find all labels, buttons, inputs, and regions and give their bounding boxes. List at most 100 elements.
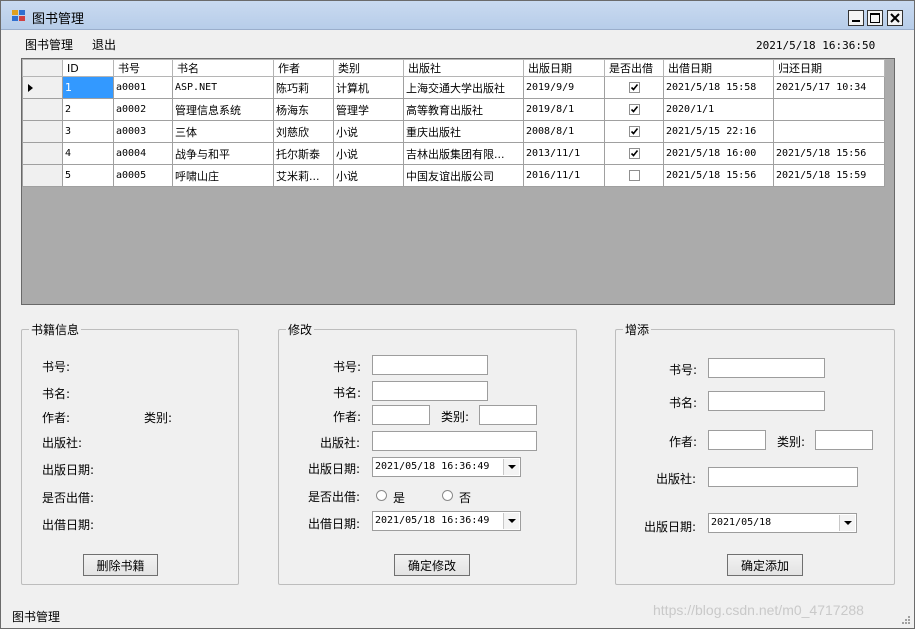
cell-id[interactable]: 5 xyxy=(62,164,114,187)
column-header-id[interactable]: ID xyxy=(62,59,114,77)
cell-author[interactable]: 杨海东 xyxy=(273,98,334,121)
cell-publisher[interactable]: 中国友谊出版公司 xyxy=(403,164,524,187)
column-header-book-no[interactable]: 书号 xyxy=(113,59,173,77)
cell-lend-date[interactable]: 2021/5/18 15:58 xyxy=(663,76,774,99)
lent-no-radio[interactable] xyxy=(442,490,453,501)
row-header[interactable] xyxy=(22,98,63,121)
cell-name[interactable]: 管理信息系统 xyxy=(172,98,274,121)
cell-pub-date[interactable]: 2019/9/9 xyxy=(523,76,605,99)
cell-lend-date[interactable]: 2021/5/15 22:16 xyxy=(663,120,774,143)
cell-id[interactable]: 3 xyxy=(62,120,114,143)
edit-pub-date-picker[interactable]: 2021/05/18 16:36:49 xyxy=(372,457,521,477)
cell-lend-date[interactable]: 2021/5/18 16:00 xyxy=(663,142,774,165)
cell-return-date[interactable] xyxy=(773,98,885,121)
cell-author[interactable]: 艾米莉... xyxy=(273,164,334,187)
cell-pub-date[interactable]: 2016/11/1 xyxy=(523,164,605,187)
lent-checkbox[interactable] xyxy=(628,148,640,159)
cell-lent[interactable] xyxy=(604,98,664,121)
cell-name[interactable]: 三体 xyxy=(172,120,274,143)
cell-return-date[interactable] xyxy=(773,120,885,143)
column-header-category[interactable]: 类别 xyxy=(333,59,404,77)
cell-author[interactable]: 托尔斯泰 xyxy=(273,142,334,165)
column-header-lent[interactable]: 是否出借 xyxy=(604,59,664,77)
row-header[interactable] xyxy=(22,164,63,187)
cell-return-date[interactable]: 2021/5/18 15:56 xyxy=(773,142,885,165)
menu-item-book-management[interactable]: 图书管理 xyxy=(25,36,73,53)
cell-pub-date[interactable]: 2019/8/1 xyxy=(523,98,605,121)
table-row[interactable]: 3 a0003 三体 刘慈欣 小说 重庆出版社 2008/8/1 2021/5/… xyxy=(22,120,885,143)
cell-author[interactable]: 刘慈欣 xyxy=(273,120,334,143)
cell-return-date[interactable]: 2021/5/17 10:34 xyxy=(773,76,885,99)
title-bar[interactable]: 图书管理 xyxy=(1,1,914,30)
cell-publisher[interactable]: 吉林出版集团有限... xyxy=(403,142,524,165)
edit-publisher-input[interactable] xyxy=(372,431,537,451)
cell-book-no[interactable]: a0002 xyxy=(113,98,173,121)
table-row[interactable]: 5 a0005 呼啸山庄 艾米莉... 小说 中国友谊出版公司 2016/11/… xyxy=(22,164,885,187)
table-row[interactable]: 4 a0004 战争与和平 托尔斯泰 小说 吉林出版集团有限... 2013/1… xyxy=(22,142,885,165)
lent-no-label[interactable]: 否 xyxy=(459,489,471,506)
menu-item-exit[interactable]: 退出 xyxy=(92,36,116,53)
column-header-lend-date[interactable]: 出借日期 xyxy=(663,59,774,77)
cell-publisher[interactable]: 上海交通大学出版社 xyxy=(403,76,524,99)
cell-lend-date[interactable]: 2021/5/18 15:56 xyxy=(663,164,774,187)
add-publisher-input[interactable] xyxy=(708,467,858,487)
edit-name-input[interactable] xyxy=(372,381,488,401)
delete-book-button[interactable]: 删除书籍 xyxy=(83,554,158,576)
cell-lent[interactable] xyxy=(604,76,664,99)
lent-checkbox[interactable] xyxy=(628,82,640,93)
cell-lend-date[interactable]: 2020/1/1 xyxy=(663,98,774,121)
add-book-no-input[interactable] xyxy=(708,358,825,378)
add-name-input[interactable] xyxy=(708,391,825,411)
cell-author[interactable]: 陈巧莉 xyxy=(273,76,334,99)
chevron-down-icon[interactable] xyxy=(503,513,519,529)
books-datagrid[interactable]: ID 书号 书名 作者 类别 出版社 出版日期 是否出借 出借日期 归还日期 1… xyxy=(21,58,895,305)
confirm-edit-button[interactable]: 确定修改 xyxy=(394,554,470,576)
add-category-input[interactable] xyxy=(815,430,873,450)
cell-publisher[interactable]: 高等教育出版社 xyxy=(403,98,524,121)
cell-name[interactable]: 战争与和平 xyxy=(172,142,274,165)
edit-book-no-input[interactable] xyxy=(372,355,488,375)
column-header-return-date[interactable]: 归还日期 xyxy=(773,59,885,77)
cell-name[interactable]: ASP.NET xyxy=(172,76,274,99)
cell-book-no[interactable]: a0005 xyxy=(113,164,173,187)
chevron-down-icon[interactable] xyxy=(839,515,855,531)
column-header-author[interactable]: 作者 xyxy=(273,59,334,77)
cell-pub-date[interactable]: 2013/11/1 xyxy=(523,142,605,165)
edit-lend-date-picker[interactable]: 2021/05/18 16:36:49 xyxy=(372,511,521,531)
minimize-button[interactable] xyxy=(848,10,864,26)
cell-name[interactable]: 呼啸山庄 xyxy=(172,164,274,187)
lent-checkbox[interactable] xyxy=(628,104,640,115)
cell-lent[interactable] xyxy=(604,120,664,143)
close-button[interactable] xyxy=(887,10,903,26)
cell-book-no[interactable]: a0004 xyxy=(113,142,173,165)
add-pub-date-picker[interactable]: 2021/05/18 xyxy=(708,513,857,533)
column-header-pub-date[interactable]: 出版日期 xyxy=(523,59,605,77)
cell-category[interactable]: 管理学 xyxy=(333,98,404,121)
confirm-add-button[interactable]: 确定添加 xyxy=(727,554,803,576)
row-header[interactable] xyxy=(22,120,63,143)
cell-lent[interactable] xyxy=(604,164,664,187)
lent-checkbox[interactable] xyxy=(628,170,640,181)
column-header-publisher[interactable]: 出版社 xyxy=(403,59,524,77)
lent-yes-radio[interactable] xyxy=(376,490,387,501)
lent-yes-label[interactable]: 是 xyxy=(393,489,405,506)
cell-book-no[interactable]: a0001 xyxy=(113,76,173,99)
lent-checkbox[interactable] xyxy=(628,126,640,137)
cell-category[interactable]: 计算机 xyxy=(333,76,404,99)
edit-category-input[interactable] xyxy=(479,405,537,425)
table-row[interactable]: 2 a0002 管理信息系统 杨海东 管理学 高等教育出版社 2019/8/1 … xyxy=(22,98,885,121)
row-header[interactable] xyxy=(22,76,63,99)
resize-grip-icon[interactable] xyxy=(901,615,911,625)
cell-pub-date[interactable]: 2008/8/1 xyxy=(523,120,605,143)
cell-lent[interactable] xyxy=(604,142,664,165)
add-author-input[interactable] xyxy=(708,430,766,450)
column-header-name[interactable]: 书名 xyxy=(172,59,274,77)
chevron-down-icon[interactable] xyxy=(503,459,519,475)
maximize-button[interactable] xyxy=(867,10,883,26)
cell-id[interactable]: 4 xyxy=(62,142,114,165)
cell-publisher[interactable]: 重庆出版社 xyxy=(403,120,524,143)
cell-return-date[interactable]: 2021/5/18 15:59 xyxy=(773,164,885,187)
cell-id[interactable]: 1 xyxy=(62,76,114,99)
cell-category[interactable]: 小说 xyxy=(333,142,404,165)
table-row[interactable]: 1 a0001 ASP.NET 陈巧莉 计算机 上海交通大学出版社 2019/9… xyxy=(22,76,885,99)
